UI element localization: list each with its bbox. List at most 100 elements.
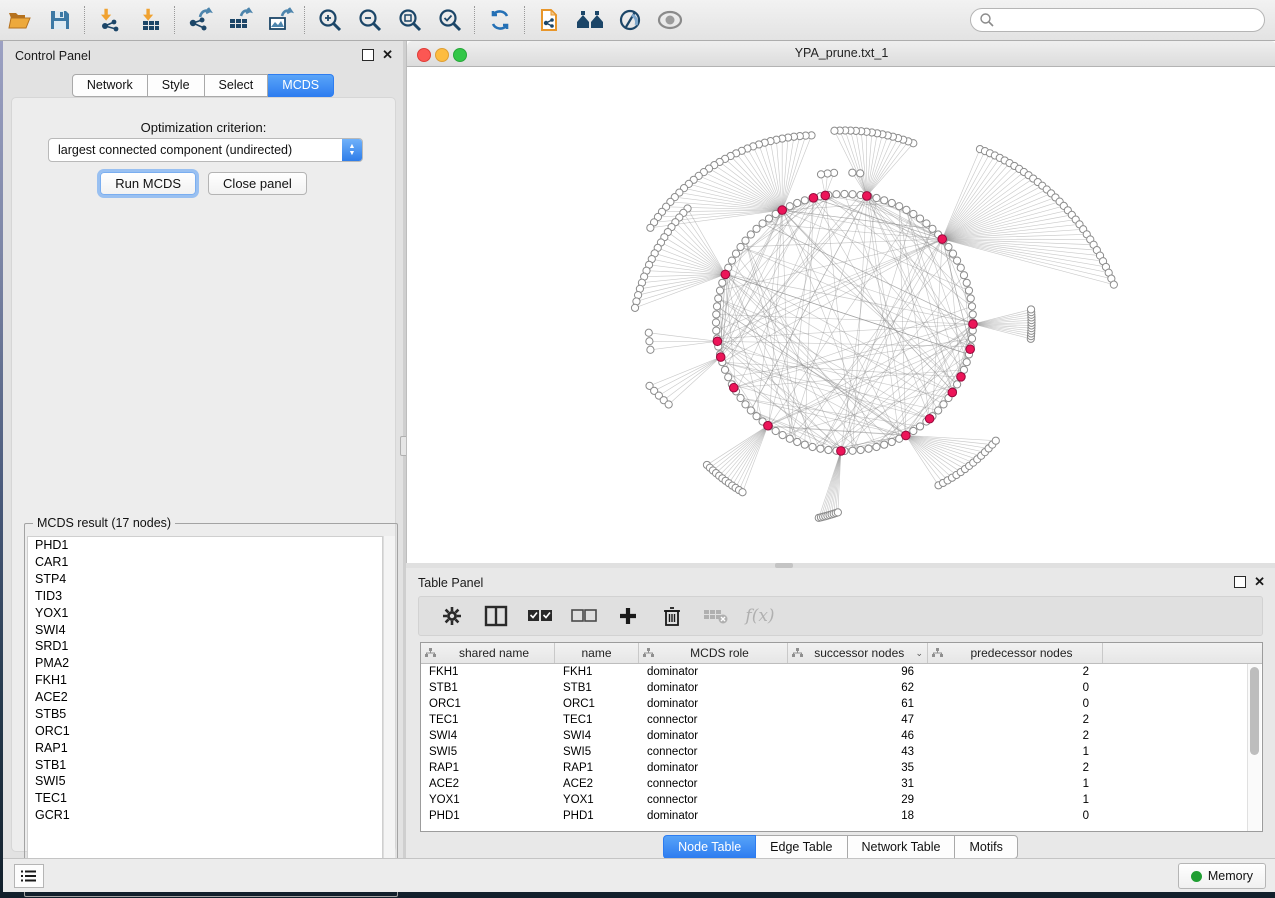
tab-style[interactable]: Style [148,74,205,97]
export-image-button[interactable] [260,4,300,36]
network-node[interactable] [929,225,936,232]
network-node[interactable] [881,441,888,448]
network-node[interactable] [713,327,720,334]
mcds-node[interactable] [729,383,738,392]
network-node[interactable] [794,199,801,206]
mcds-node[interactable] [948,388,957,397]
table-scrollbar-thumb[interactable] [1250,667,1259,755]
network-node[interactable] [849,169,856,176]
import-table-button[interactable] [130,4,170,36]
criterion-select[interactable]: largest connected component (undirected)… [48,138,363,162]
mcds-node[interactable] [837,447,846,456]
network-node[interactable] [935,407,942,414]
network-node[interactable] [725,374,732,381]
network-node[interactable] [739,489,746,496]
network-node[interactable] [968,335,975,342]
network-node[interactable] [910,427,917,434]
import-network-button[interactable] [90,4,130,36]
tab-node-table[interactable]: Node Table [663,835,756,859]
network-node[interactable] [954,381,961,388]
network-node[interactable] [801,197,808,204]
float-table-panel-icon[interactable] [1234,576,1246,588]
network-node[interactable] [881,197,888,204]
network-node[interactable] [916,215,923,222]
export-table-button[interactable] [220,4,260,36]
tab-select[interactable]: Select [205,74,269,97]
mcds-node[interactable] [778,206,787,215]
network-node[interactable] [945,243,952,250]
mcds-node[interactable] [938,235,947,244]
network-node[interactable] [873,194,880,201]
network-node[interactable] [712,319,719,326]
network-node[interactable] [765,215,772,222]
network-node[interactable] [865,445,872,452]
select-all-columns-button[interactable] [525,601,555,631]
mcds-node[interactable] [809,194,818,203]
table-row[interactable]: STB1STB1dominator620 [421,680,1262,696]
close-panel-icon[interactable]: ✕ [382,50,393,60]
mcds-node[interactable] [957,373,966,382]
table-row[interactable]: RAP1RAP1dominator352 [421,760,1262,776]
mcds-node[interactable] [821,191,830,200]
network-node[interactable] [825,446,832,453]
network-node[interactable] [903,206,910,213]
network-node[interactable] [786,203,793,210]
network-node[interactable] [1027,306,1034,313]
tab-network[interactable]: Network [72,74,148,97]
network-node[interactable] [794,438,801,445]
zoom-out-button[interactable] [350,4,390,36]
hide-graphics-button[interactable] [610,4,650,36]
table-settings-button[interactable] [437,601,467,631]
float-panel-icon[interactable] [362,49,374,61]
close-table-panel-icon[interactable]: ✕ [1254,577,1265,587]
network-node[interactable] [737,243,744,250]
result-list-item[interactable]: STB5 [28,706,382,723]
memory-button[interactable]: Memory [1178,863,1266,889]
network-node[interactable] [1110,281,1117,288]
network-node[interactable] [873,443,880,450]
mcds-node[interactable] [713,337,722,346]
network-node[interactable] [910,210,917,217]
result-list-item[interactable]: TID3 [28,588,382,605]
sort-descending-icon[interactable]: ⌄ [915,648,923,659]
mcds-node[interactable] [716,353,725,362]
mcds-node[interactable] [966,345,975,354]
network-node[interactable] [647,346,654,353]
share-document-button[interactable] [530,4,570,36]
network-node[interactable] [834,509,841,516]
table-row[interactable]: ORC1ORC1dominator610 [421,696,1262,712]
network-node[interactable] [779,432,786,439]
network-node[interactable] [786,435,793,442]
column-header-mcds-role[interactable]: MCDS role [639,643,788,663]
mcds-node[interactable] [863,192,872,201]
delete-table-button[interactable] [701,601,731,631]
result-list-item[interactable]: STP4 [28,571,382,588]
network-node[interactable] [631,304,638,311]
mcds-node[interactable] [764,421,773,430]
network-node[interactable] [732,250,739,257]
result-list-item[interactable]: SRD1 [28,638,382,655]
unselect-all-columns-button[interactable] [569,601,599,631]
column-header-name[interactable]: name [555,643,639,663]
result-list-item[interactable]: SWI4 [28,621,382,638]
result-list-item[interactable]: ORC1 [28,723,382,740]
run-mcds-button[interactable]: Run MCDS [100,172,196,195]
mcds-node[interactable] [969,320,978,329]
network-node[interactable] [728,257,735,264]
network-node[interactable] [716,287,723,294]
open-file-button[interactable] [0,4,40,36]
network-node[interactable] [965,287,972,294]
network-node[interactable] [647,224,654,231]
network-node[interactable] [713,303,720,310]
tab-motifs[interactable]: Motifs [955,835,1017,859]
column-header-predecessor-nodes[interactable]: predecessor nodes [928,643,1103,663]
network-node[interactable] [817,171,824,178]
export-network-button[interactable] [180,4,220,36]
network-node[interactable] [992,437,999,444]
network-node[interactable] [849,191,856,198]
zoom-in-button[interactable] [310,4,350,36]
mcds-node[interactable] [721,270,730,279]
delete-column-button[interactable] [657,601,687,631]
network-node[interactable] [713,311,720,318]
result-list-item[interactable]: RAP1 [28,740,382,757]
